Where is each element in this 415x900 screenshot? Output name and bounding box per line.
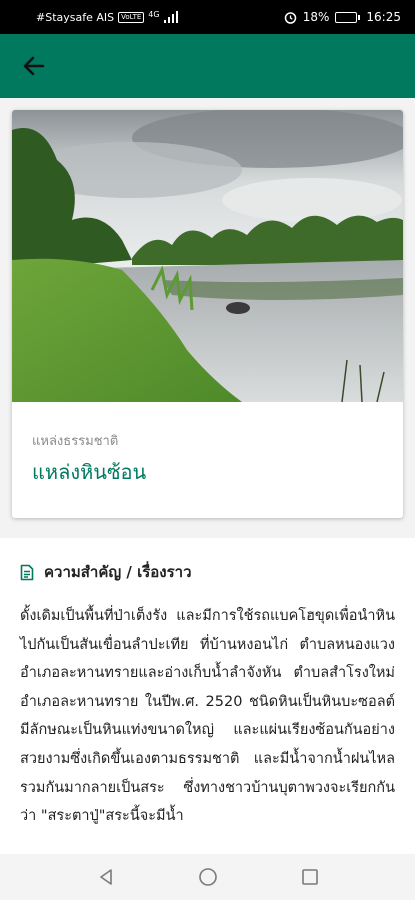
section-header: ความสำคัญ / เรื่องราว	[20, 560, 395, 584]
app-bar	[0, 34, 415, 98]
status-bar: #Staysafe AIS VoLTE 4G 18% 16:25	[0, 0, 415, 34]
status-right: 18% 16:25	[284, 10, 401, 24]
battery-percent: 18%	[302, 10, 330, 24]
back-button[interactable]	[18, 50, 50, 82]
volte-badge: VoLTE	[118, 11, 145, 23]
nav-home-button[interactable]	[196, 865, 220, 889]
triangle-back-icon	[99, 869, 112, 885]
alarm-icon	[284, 11, 296, 24]
circle-home-icon	[198, 868, 217, 886]
square-recents-icon	[301, 869, 318, 885]
nav-recents-button[interactable]	[298, 865, 322, 889]
place-card: แหล่งธรรมชาติ แหล่งหินซ้อน	[12, 110, 403, 518]
carrier-label: #Staysafe AIS	[36, 10, 115, 24]
place-title: แหล่งหินซ้อน	[32, 460, 147, 484]
section-title: ความสำคัญ / เรื่องราว	[44, 563, 192, 581]
battery-icon	[335, 11, 361, 23]
place-photo	[12, 110, 403, 402]
signal-icon	[163, 11, 178, 23]
section-body: ดั้งเดิมเป็นพื้นที่ป่าเต็งรัง และมีการใช…	[20, 608, 395, 825]
story-section: ความสำคัญ / เรื่องราว ดั้งเดิมเป็นพื้นที…	[0, 538, 415, 854]
arrow-left-icon	[23, 56, 45, 76]
network-type-label: 4G	[148, 9, 160, 19]
nav-back-button[interactable]	[94, 865, 118, 889]
status-left: #Staysafe AIS VoLTE 4G	[36, 9, 178, 24]
system-nav-bar	[0, 854, 415, 900]
content-area: แหล่งธรรมชาติ แหล่งหินซ้อน ความสำคัญ / เ…	[0, 98, 415, 854]
document-icon	[20, 564, 34, 580]
place-category: แหล่งธรรมชาติ	[32, 434, 119, 449]
clock: 16:25	[366, 10, 401, 24]
